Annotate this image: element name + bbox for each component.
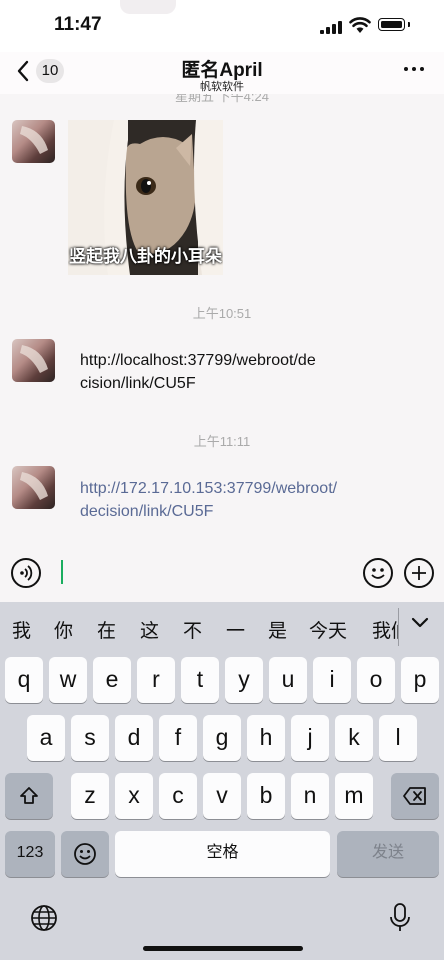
avatar[interactable] xyxy=(12,466,55,509)
emoji-icon xyxy=(74,843,96,865)
candidate-word[interactable]: 不 xyxy=(183,616,202,643)
candidate-word[interactable]: 你 xyxy=(54,616,73,643)
timestamp: 星期五 下午4:24 xyxy=(175,94,269,104)
key-d[interactable]: d xyxy=(115,715,153,761)
text-caret xyxy=(61,560,63,584)
key-l[interactable]: l xyxy=(379,715,417,761)
avatar[interactable] xyxy=(12,120,55,163)
expand-candidates-chevron-icon[interactable] xyxy=(410,616,430,635)
candidate-word[interactable]: 这 xyxy=(140,616,159,643)
timestamp: 上午11:11 xyxy=(193,434,251,449)
key-f[interactable]: f xyxy=(159,715,197,761)
sticker-caption: 竖起我八卦的小耳朵 xyxy=(69,247,222,266)
candidate-word[interactable]: 在 xyxy=(97,616,116,643)
cellular-signal-icon xyxy=(320,21,344,34)
message-text[interactable]: http://localhost:37799/webroot/de cision… xyxy=(80,349,316,395)
candidate-word[interactable]: 是 xyxy=(268,616,287,643)
key-k[interactable]: k xyxy=(335,715,373,761)
message-line: cision/link/CU5F xyxy=(80,375,196,392)
message-line: http://172.17.10.153:37799/webroot/ xyxy=(80,480,338,497)
key-c[interactable]: c xyxy=(159,773,197,819)
status-time: 11:47 xyxy=(54,14,102,35)
key-j[interactable]: j xyxy=(291,715,329,761)
dynamic-island xyxy=(120,0,176,14)
key-r[interactable]: r xyxy=(137,657,175,703)
key-y[interactable]: y xyxy=(225,657,263,703)
key-n[interactable]: n xyxy=(291,773,329,819)
key-w[interactable]: w xyxy=(49,657,87,703)
voice-icon[interactable] xyxy=(11,558,41,588)
candidate-word[interactable]: 一 xyxy=(226,616,245,643)
key-b[interactable]: b xyxy=(247,773,285,819)
candidate-word[interactable]: 我 xyxy=(12,616,31,643)
battery-icon xyxy=(378,18,405,31)
candidate-word[interactable]: 今天 xyxy=(309,616,347,643)
microphone-icon[interactable] xyxy=(389,902,411,939)
chat-subtitle: 帆软软件 xyxy=(200,81,244,93)
key-m[interactable]: m xyxy=(335,773,373,819)
backspace-icon xyxy=(403,787,426,805)
message-list[interactable]: 星期五 下午4:24 竖起我八卦的小耳朵 上午10:51 http://loca… xyxy=(0,94,444,544)
avatar[interactable] xyxy=(12,339,55,382)
plus-icon[interactable] xyxy=(404,558,434,588)
timestamp: 上午10:51 xyxy=(192,306,252,321)
key-o[interactable]: o xyxy=(357,657,395,703)
candidate-word[interactable]: 我们 xyxy=(372,616,398,643)
key-s[interactable]: s xyxy=(71,715,109,761)
delete-key[interactable] xyxy=(391,773,439,819)
key-t[interactable]: t xyxy=(181,657,219,703)
key-p[interactable]: p xyxy=(401,657,439,703)
send-key[interactable]: 发送 xyxy=(337,831,439,877)
globe-icon[interactable] xyxy=(30,904,58,937)
key-a[interactable]: a xyxy=(27,715,65,761)
home-indicator xyxy=(143,946,303,951)
emoji-key[interactable] xyxy=(61,831,109,877)
message-line: http://localhost:37799/webroot/de xyxy=(80,352,316,369)
key-u[interactable]: u xyxy=(269,657,307,703)
key-h[interactable]: h xyxy=(247,715,285,761)
emoji-icon[interactable] xyxy=(363,558,393,588)
message-input[interactable] xyxy=(68,560,348,586)
wifi-icon xyxy=(349,17,371,33)
key-x[interactable]: x xyxy=(115,773,153,819)
battery-tip xyxy=(408,22,410,27)
message-link[interactable]: http://172.17.10.153:37799/webroot/ deci… xyxy=(80,477,337,523)
candidate-overflow: 我们 xyxy=(372,606,398,650)
key-q[interactable]: q xyxy=(5,657,43,703)
more-options-icon[interactable] xyxy=(404,64,428,74)
sticker-image[interactable]: 竖起我八卦的小耳朵 xyxy=(68,120,223,275)
space-key[interactable]: 空格 xyxy=(115,831,330,877)
numbers-key[interactable]: 123 xyxy=(5,831,55,877)
message-line: decision/link/CU5F xyxy=(80,503,214,520)
shift-key[interactable] xyxy=(5,773,53,819)
key-g[interactable]: g xyxy=(203,715,241,761)
key-v[interactable]: v xyxy=(203,773,241,819)
candidate-divider xyxy=(398,608,399,646)
key-z[interactable]: z xyxy=(71,773,109,819)
key-i[interactable]: i xyxy=(313,657,351,703)
key-e[interactable]: e xyxy=(93,657,131,703)
shift-icon xyxy=(20,787,38,804)
